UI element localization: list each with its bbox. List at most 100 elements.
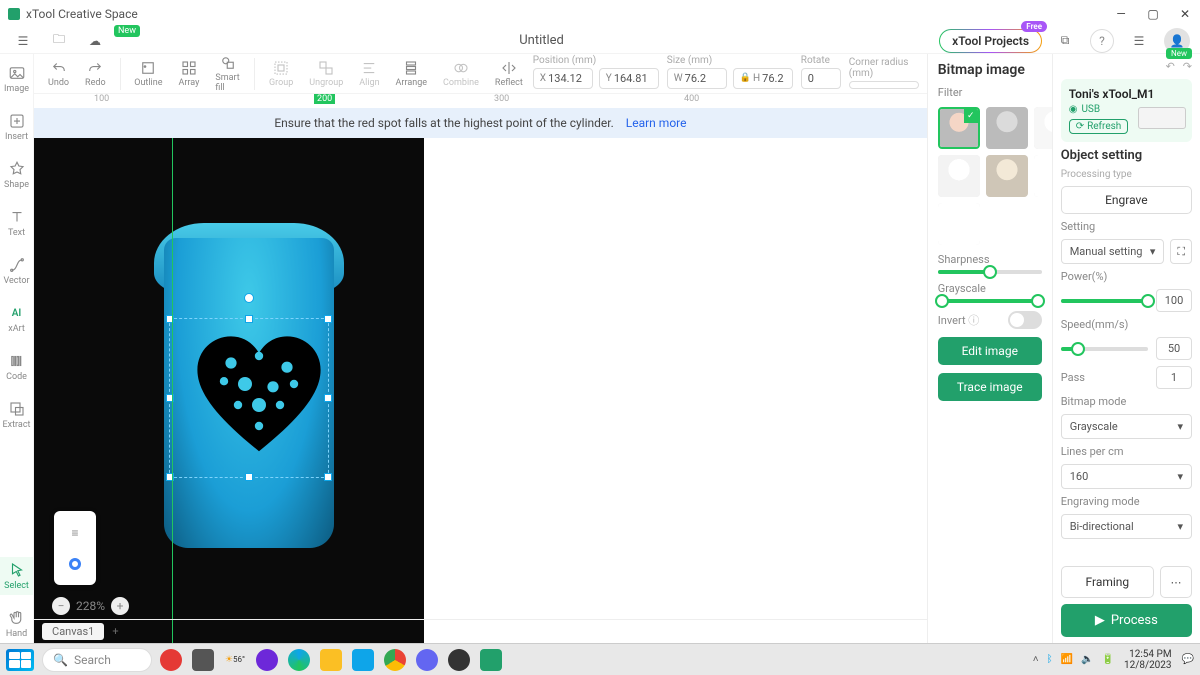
filter-option[interactable] [938,155,980,197]
align-button[interactable]: Align [353,59,385,88]
notifications-icon[interactable]: 💬 [1182,654,1194,665]
bitmap-mode-select[interactable]: Grayscale▾ [1061,414,1192,439]
learn-more-link[interactable]: Learn more [626,116,687,130]
manual-setting-select[interactable]: Manual setting▾ [1061,239,1165,264]
rail-xart[interactable]: AIxArt [0,300,33,338]
resize-handle-e[interactable] [324,394,332,402]
pass-input[interactable]: 1 [1156,366,1192,389]
filter-original[interactable] [938,107,980,149]
tray-volume-icon[interactable]: 🔈 [1081,654,1093,665]
rail-image[interactable]: Image [0,60,33,98]
help-icon[interactable]: ? [1090,29,1114,53]
expand-icon[interactable]: ⛶ [1170,239,1192,264]
window-maximize[interactable]: ▢ [1146,7,1160,21]
resize-handle-s[interactable] [245,473,253,481]
taskbar-app[interactable] [192,649,214,671]
position-x-input[interactable]: X134.12 [533,68,593,89]
speed-input[interactable]: 50 [1156,337,1192,360]
tray-chevron-icon[interactable]: ˄ [1033,654,1039,665]
tray-bluetooth-icon[interactable]: ᛒ [1047,654,1053,665]
process-button[interactable]: ▶Process [1061,604,1192,637]
filter-option[interactable] [1034,155,1052,197]
outline-button[interactable]: Outline [128,59,168,88]
sharpness-slider[interactable] [938,270,1042,274]
zoom-out-button[interactable]: − [52,597,70,615]
refresh-button[interactable]: ⟳Refresh [1069,119,1129,134]
power-input[interactable]: 100 [1156,289,1192,312]
speed-slider[interactable] [1061,347,1148,351]
rail-select[interactable]: Select [0,557,33,595]
taskbar-app[interactable] [416,649,438,671]
rail-extract[interactable]: Extract [0,396,33,434]
grayscale-slider[interactable] [938,299,1042,303]
window-minimize[interactable]: — [1114,7,1128,21]
filter-option[interactable] [986,155,1028,197]
folder-icon[interactable]: 🗀 [46,30,72,52]
arrange-button[interactable]: Arrange [390,59,434,88]
ungroup-button[interactable]: Ungroup [303,59,349,88]
rail-hand[interactable]: Hand [0,605,33,643]
taskbar-weather[interactable]: ☀56° [224,649,246,671]
invert-toggle[interactable] [1008,311,1042,329]
filter-option[interactable] [938,203,980,245]
engraving-mode-select[interactable]: Bi-directional▾ [1061,514,1192,539]
taskbar-clock[interactable]: 12:54 PM 12/8/2023 [1124,649,1172,671]
edit-image-button[interactable]: Edit image [938,337,1042,365]
taskbar-app[interactable] [352,649,374,671]
lock-icon[interactable]: 🔒 [740,73,751,83]
layers-menu-icon[interactable]: ≡ [72,526,79,540]
corner-input[interactable] [849,81,919,89]
filter-option[interactable] [986,107,1028,149]
add-canvas-button[interactable]: + [112,625,118,638]
redo-icon[interactable]: ↷ [1183,60,1192,73]
layers-panel[interactable]: ≡ [54,511,96,585]
rail-vector[interactable]: Vector [0,252,33,290]
xtool-projects-button[interactable]: Free xTool Projects [939,29,1042,53]
taskbar-xtool[interactable] [480,649,502,671]
start-button[interactable] [6,649,34,671]
power-slider[interactable] [1061,299,1148,303]
selection-box[interactable] [169,318,329,478]
lines-input[interactable]: 160▾ [1061,464,1192,489]
framing-button[interactable]: Framing [1061,566,1154,598]
rotate-input[interactable]: 0 [801,68,841,89]
resize-handle-n[interactable] [245,315,253,323]
taskbar-chrome[interactable] [384,649,406,671]
taskbar-search[interactable]: 🔍Search [42,648,152,672]
canvas[interactable]: ≡ − 228% + Canvas1 + [34,138,927,643]
taskbar-edge[interactable] [288,649,310,671]
size-w-input[interactable]: W76.2 [667,68,727,89]
undo-icon[interactable]: ↶ [1166,60,1175,73]
cloud-icon[interactable]: ☁ [82,30,108,52]
tray-battery-icon[interactable]: 🔋 [1102,654,1114,665]
combine-button[interactable]: Combine [437,59,485,88]
engrave-mode-button[interactable]: Engrave [1061,186,1192,214]
taskbar-explorer[interactable] [320,649,342,671]
hamburger-icon[interactable]: ☰ [10,30,36,52]
layer-thumb[interactable] [69,558,81,570]
settings-icon[interactable]: ☰ [1126,30,1152,52]
redo-button[interactable]: Redo [79,59,112,88]
reflect-button[interactable]: Reflect [489,59,529,88]
size-h-input[interactable]: 🔒H76.2 [733,68,793,89]
export-icon[interactable]: ⧉ [1052,30,1078,52]
rail-code[interactable]: Code [0,348,33,386]
group-button[interactable]: Group [263,59,299,88]
trace-image-button[interactable]: Trace image [938,373,1042,401]
rotate-handle[interactable] [244,293,254,303]
array-button[interactable]: Array [172,59,205,88]
taskbar-app[interactable] [256,649,278,671]
tray-wifi-icon[interactable]: 📶 [1061,654,1073,665]
position-y-input[interactable]: Y164.81 [599,68,659,89]
rail-shape[interactable]: Shape [0,156,33,194]
window-close[interactable]: ✕ [1178,7,1192,21]
taskbar-app[interactable] [448,649,470,671]
rail-text[interactable]: Text [0,204,33,242]
rail-insert[interactable]: Insert [0,108,33,146]
more-button[interactable]: ⋯ [1160,566,1192,598]
smartfill-button[interactable]: Smart fill [209,54,246,93]
zoom-in-button[interactable]: + [111,597,129,615]
resize-handle-se[interactable] [324,473,332,481]
undo-button[interactable]: Undo [42,59,75,88]
tab-canvas1[interactable]: Canvas1 [42,623,104,640]
